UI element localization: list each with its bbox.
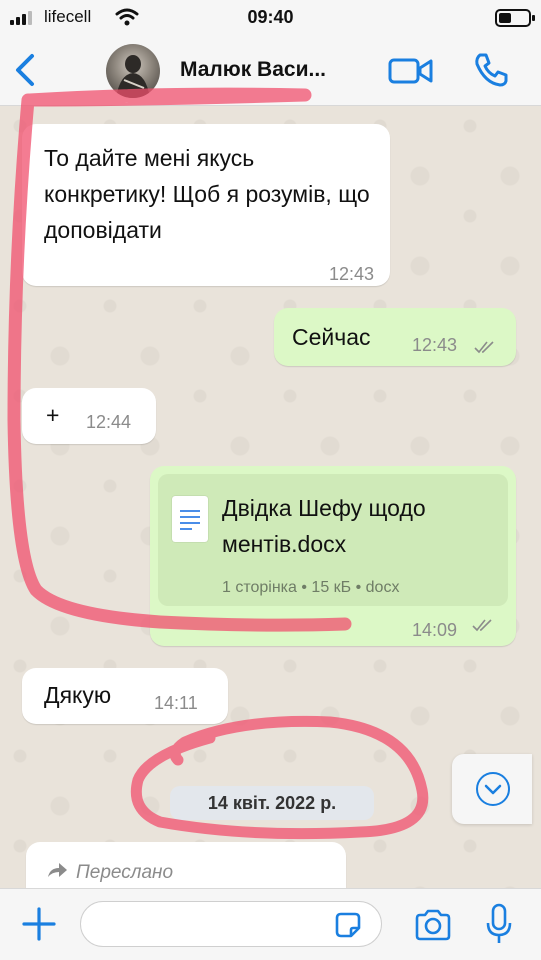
sticker-icon[interactable] [333, 910, 363, 940]
message-input-bar [0, 888, 541, 960]
message-incoming[interactable]: Дякую 14:11 [22, 668, 228, 724]
message-text: Сейчас [292, 324, 371, 350]
forwarded-label: Переслано [76, 862, 174, 883]
message-time: 14:11 [154, 693, 198, 713]
message-text: + [46, 402, 60, 428]
plus-icon[interactable] [20, 905, 58, 943]
message-time: 12:43 [328, 264, 374, 284]
camera-icon[interactable] [414, 909, 452, 941]
phone-icon[interactable] [471, 50, 511, 90]
chevron-down-icon [476, 772, 510, 806]
avatar[interactable] [106, 44, 160, 98]
document-attachment[interactable]: Двідка Шефу щодо ментів.docx 1 сторінка … [158, 474, 508, 606]
chat-area[interactable]: То дайте мені якусь конкретику! Щоб я ро… [0, 106, 541, 888]
date-separator: 14 квіт. 2022 р. [170, 786, 374, 820]
chevron-left-icon[interactable] [12, 52, 40, 88]
document-icon [172, 496, 208, 542]
message-incoming[interactable]: То дайте мені якусь конкретику! Щоб я ро… [22, 124, 390, 286]
message-text: То дайте мені якусь конкретику! Щоб я ро… [44, 145, 370, 243]
chat-header: Малюк Васи... [0, 36, 541, 106]
forward-arrow-icon [48, 863, 67, 877]
scroll-to-bottom-button[interactable] [452, 754, 532, 824]
status-bar: lifecell 09:40 [0, 0, 541, 36]
message-outgoing[interactable]: Сейчас [274, 308, 516, 366]
document-info: 1 сторінка • 15 кБ • docx [222, 579, 400, 596]
battery-icon [495, 9, 535, 27]
read-ticks-icon [472, 619, 492, 632]
message-outgoing-document[interactable]: Двідка Шефу щодо ментів.docx 1 сторінка … [150, 466, 516, 646]
message-time: 12:43 [412, 335, 458, 355]
clock: 09:40 [247, 7, 294, 27]
read-ticks-icon [474, 341, 494, 354]
avatar-image [116, 55, 150, 98]
contact-name[interactable]: Малюк Васи... [180, 58, 326, 82]
document-name: Двідка Шефу щодо ментів.docx [222, 495, 426, 557]
message-incoming-forwarded[interactable]: Переслано [26, 842, 346, 888]
video-camera-icon[interactable] [388, 53, 434, 89]
message-text: Дякую [44, 682, 112, 708]
microphone-icon[interactable] [486, 903, 512, 945]
message-time: 12:44 [86, 412, 132, 432]
message-incoming[interactable]: + 12:44 [22, 388, 156, 444]
message-time: 14:09 [412, 620, 458, 640]
